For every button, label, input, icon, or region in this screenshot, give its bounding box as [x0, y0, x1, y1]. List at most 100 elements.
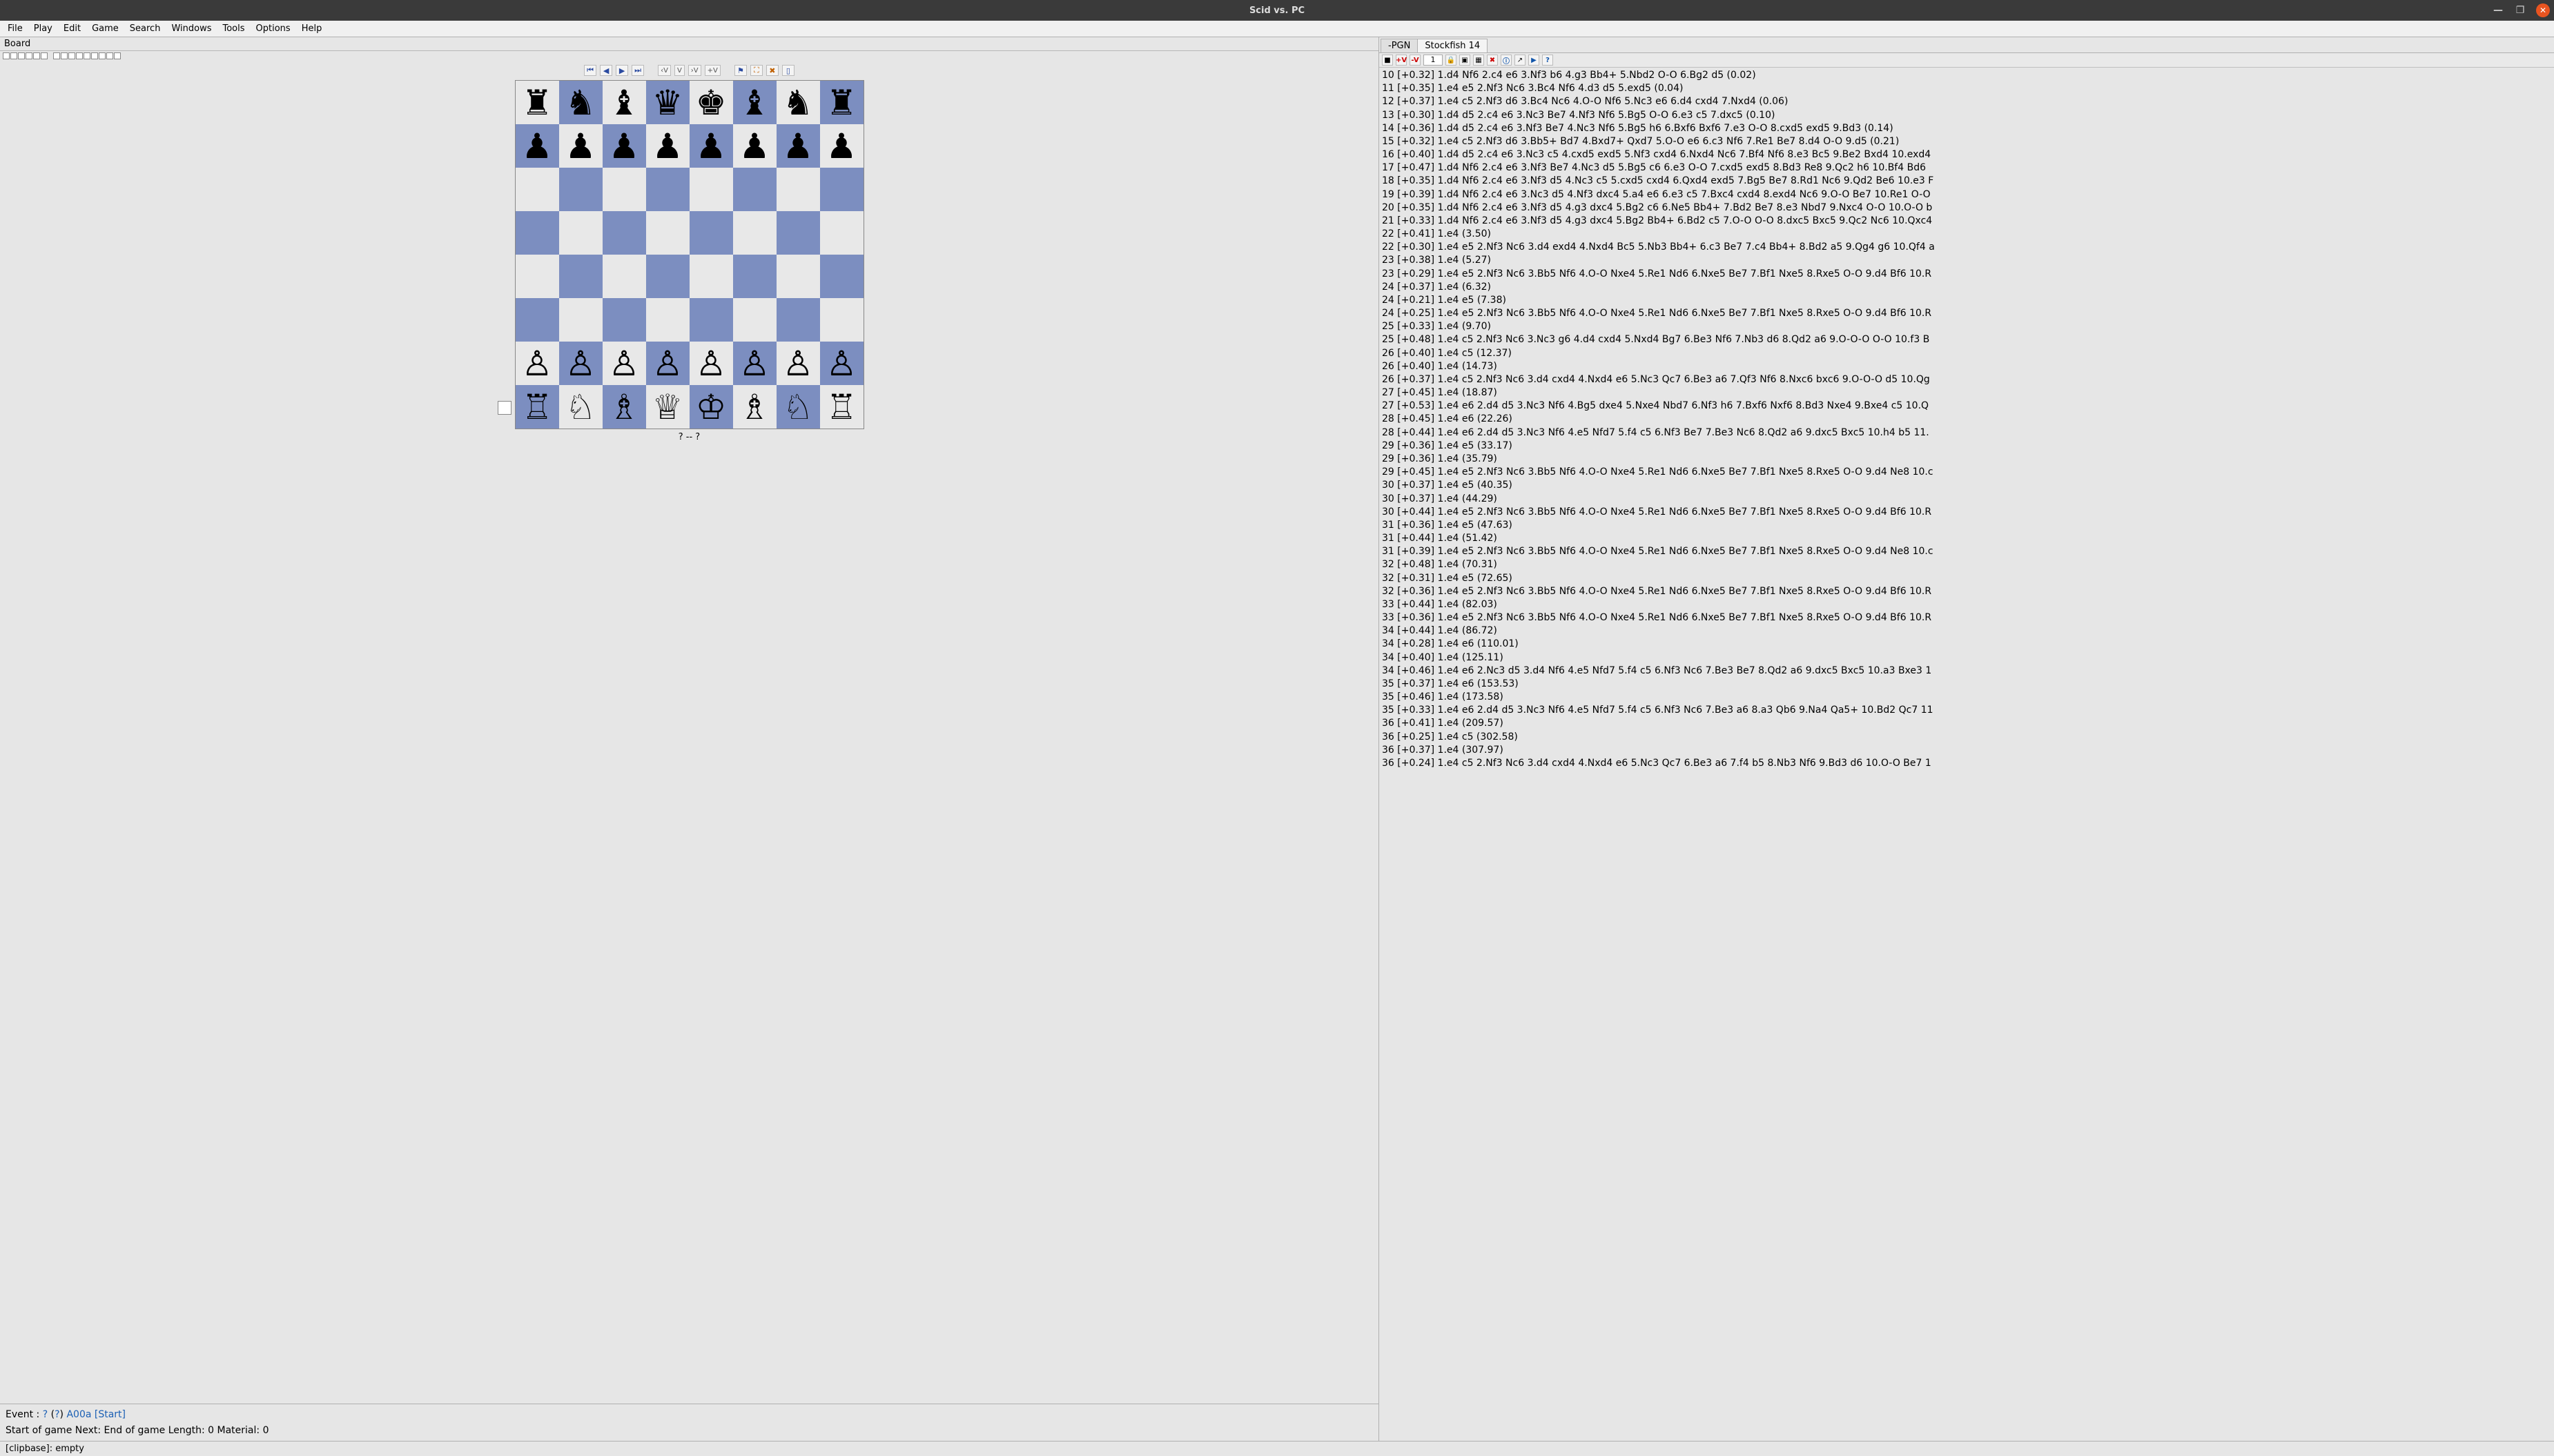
engine-play-icon[interactable]: ▶	[1528, 55, 1539, 66]
analysis-line[interactable]: 28 [+0.45] 1.e4 e6 (22.26)	[1382, 413, 2551, 426]
square-a6[interactable]	[516, 168, 559, 211]
square-g1[interactable]: ♘	[777, 385, 820, 429]
square-c7[interactable]: ♟	[603, 124, 646, 168]
square-f4[interactable]	[733, 255, 777, 298]
analysis-line[interactable]: 25 [+0.48] 1.e4 c5 2.Nf3 Nc6 3.Nc3 g6 4.…	[1382, 333, 2551, 346]
analysis-line[interactable]: 33 [+0.44] 1.e4 (82.03)	[1382, 598, 2551, 611]
analysis-line[interactable]: 17 [+0.47] 1.d4 Nf6 2.c4 e6 3.Nf3 Be7 4.…	[1382, 161, 2551, 175]
engine-remvar-button[interactable]: -V	[1410, 55, 1421, 66]
analysis-line[interactable]: 30 [+0.44] 1.e4 e5 2.Nf3 Nc6 3.Bb5 Nf6 4…	[1382, 506, 2551, 519]
square-g2[interactable]: ♙	[777, 342, 820, 385]
analysis-line[interactable]: 34 [+0.46] 1.e4 e6 2.Nc3 d5 3.d4 Nf6 4.e…	[1382, 665, 2551, 678]
square-d8[interactable]: ♛	[646, 81, 690, 124]
square-a7[interactable]: ♟	[516, 124, 559, 168]
menu-windows[interactable]: Windows	[166, 22, 216, 35]
square-a1[interactable]: ♖	[516, 385, 559, 429]
analysis-line[interactable]: 34 [+0.40] 1.e4 (125.11)	[1382, 651, 2551, 665]
eco-link[interactable]: A00a [Start]	[66, 1409, 126, 1420]
square-f1[interactable]: ♗	[733, 385, 777, 429]
square-g3[interactable]	[777, 298, 820, 342]
square-c4[interactable]	[603, 255, 646, 298]
analysis-line[interactable]: 31 [+0.36] 1.e4 e5 (47.63)	[1382, 519, 2551, 532]
analysis-line[interactable]: 29 [+0.36] 1.e4 (35.79)	[1382, 453, 2551, 466]
square-b6[interactable]	[559, 168, 603, 211]
analysis-line[interactable]: 30 [+0.37] 1.e4 (44.29)	[1382, 493, 2551, 506]
engine-clear-icon[interactable]: ✖	[1487, 55, 1498, 66]
analysis-line[interactable]: 36 [+0.37] 1.e4 (307.97)	[1382, 744, 2551, 757]
analysis-line[interactable]: 22 [+0.30] 1.e4 e5 2.Nf3 Nc6 3.d4 exd4 4…	[1382, 241, 2551, 254]
menu-options[interactable]: Options	[251, 22, 295, 35]
engine-help-icon[interactable]: ?	[1542, 55, 1553, 66]
analysis-line[interactable]: 22 [+0.41] 1.e4 (3.50)	[1382, 228, 2551, 241]
tb-icon[interactable]	[10, 52, 17, 59]
square-h3[interactable]	[820, 298, 864, 342]
square-d7[interactable]: ♟	[646, 124, 690, 168]
tb-icon[interactable]	[26, 52, 32, 59]
square-d1[interactable]: ♕	[646, 385, 690, 429]
analysis-line[interactable]: 18 [+0.35] 1.d4 Nf6 2.c4 e6 3.Nf3 d5 4.N…	[1382, 175, 2551, 188]
maximize-icon[interactable]: ❐	[2514, 4, 2526, 17]
tb-icon[interactable]	[41, 52, 48, 59]
square-e8[interactable]: ♚	[690, 81, 733, 124]
close-icon[interactable]: ✕	[2536, 3, 2550, 17]
tb-icon[interactable]	[114, 52, 121, 59]
analysis-line[interactable]: 16 [+0.40] 1.d4 d5 2.c4 e6 3.Nc3 c5 4.cx…	[1382, 148, 2551, 161]
analysis-line[interactable]: 23 [+0.29] 1.e4 e5 2.Nf3 Nc6 3.Bb5 Nf6 4…	[1382, 268, 2551, 281]
square-d4[interactable]	[646, 255, 690, 298]
square-e1[interactable]: ♔	[690, 385, 733, 429]
tb-icon[interactable]	[53, 52, 60, 59]
analysis-line[interactable]: 21 [+0.33] 1.d4 Nf6 2.c4 e6 3.Nf3 d5 4.g…	[1382, 215, 2551, 228]
square-g5[interactable]	[777, 211, 820, 255]
analysis-line[interactable]: 24 [+0.25] 1.e4 e5 2.Nf3 Nc6 3.Bb5 Nf6 4…	[1382, 307, 2551, 320]
var-exit-button[interactable]: ‹V	[658, 65, 671, 76]
square-g8[interactable]: ♞	[777, 81, 820, 124]
analysis-line[interactable]: 13 [+0.30] 1.d4 d5 2.c4 e6 3.Nc3 Be7 4.N…	[1382, 109, 2551, 122]
var-add-button[interactable]: +V	[705, 65, 721, 76]
square-h8[interactable]: ♜	[820, 81, 864, 124]
nav-prev-icon[interactable]: ◀	[600, 65, 612, 76]
tb-icon[interactable]	[33, 52, 40, 59]
analysis-line[interactable]: 25 [+0.33] 1.e4 (9.70)	[1382, 320, 2551, 333]
square-e4[interactable]	[690, 255, 733, 298]
nav-last-icon[interactable]: ⏭	[632, 65, 644, 76]
engine-info-icon[interactable]: ⓘ	[1501, 55, 1512, 66]
square-e5[interactable]	[690, 211, 733, 255]
analysis-line[interactable]: 26 [+0.40] 1.e4 c5 (12.37)	[1382, 347, 2551, 360]
square-f3[interactable]	[733, 298, 777, 342]
square-g6[interactable]	[777, 168, 820, 211]
square-h7[interactable]: ♟	[820, 124, 864, 168]
analysis-line[interactable]: 14 [+0.36] 1.d4 d5 2.c4 e6 3.Nf3 Be7 4.N…	[1382, 122, 2551, 135]
square-h6[interactable]	[820, 168, 864, 211]
analysis-line[interactable]: 19 [+0.39] 1.d4 Nf6 2.c4 e6 3.Nc3 d5 4.N…	[1382, 188, 2551, 201]
square-f6[interactable]	[733, 168, 777, 211]
square-b8[interactable]: ♞	[559, 81, 603, 124]
analysis-line[interactable]: 36 [+0.24] 1.e4 c5 2.Nf3 Nc6 3.d4 cxd4 4…	[1382, 757, 2551, 770]
square-c5[interactable]	[603, 211, 646, 255]
analysis-output[interactable]: 10 [+0.32] 1.d4 Nf6 2.c4 e6 3.Nf3 b6 4.g…	[1379, 68, 2554, 1441]
var-into-button[interactable]: V	[674, 65, 685, 76]
multipv-spinner[interactable]: 1	[1423, 55, 1443, 66]
analysis-line[interactable]: 33 [+0.36] 1.e4 e5 2.Nf3 Nc6 3.Bb5 Nf6 4…	[1382, 611, 2551, 624]
engine-arrow-icon[interactable]: ↗	[1514, 55, 1525, 66]
tb-icon[interactable]	[99, 52, 106, 59]
engine-lock-icon[interactable]: 🔒	[1445, 55, 1456, 66]
analysis-line[interactable]: 36 [+0.25] 1.e4 c5 (302.58)	[1382, 731, 2551, 744]
engine-stop-button[interactable]: ■	[1382, 55, 1393, 66]
square-d2[interactable]: ♙	[646, 342, 690, 385]
square-e3[interactable]	[690, 298, 733, 342]
analysis-line[interactable]: 12 [+0.37] 1.e4 c5 2.Nf3 d6 3.Bc4 Nc6 4.…	[1382, 95, 2551, 108]
square-e2[interactable]: ♙	[690, 342, 733, 385]
menu-tools[interactable]: Tools	[217, 22, 249, 35]
menu-play[interactable]: Play	[29, 22, 57, 35]
tab-pgn[interactable]: -PGN	[1381, 39, 1418, 52]
menu-help[interactable]: Help	[297, 22, 327, 35]
square-a4[interactable]	[516, 255, 559, 298]
square-d3[interactable]	[646, 298, 690, 342]
square-e6[interactable]	[690, 168, 733, 211]
square-f7[interactable]: ♟	[733, 124, 777, 168]
square-f5[interactable]	[733, 211, 777, 255]
exit-var-icon[interactable]: ✖	[766, 65, 779, 76]
menu-game[interactable]: Game	[87, 22, 124, 35]
tb-icon[interactable]	[91, 52, 98, 59]
analysis-line[interactable]: 32 [+0.31] 1.e4 e5 (72.65)	[1382, 572, 2551, 585]
